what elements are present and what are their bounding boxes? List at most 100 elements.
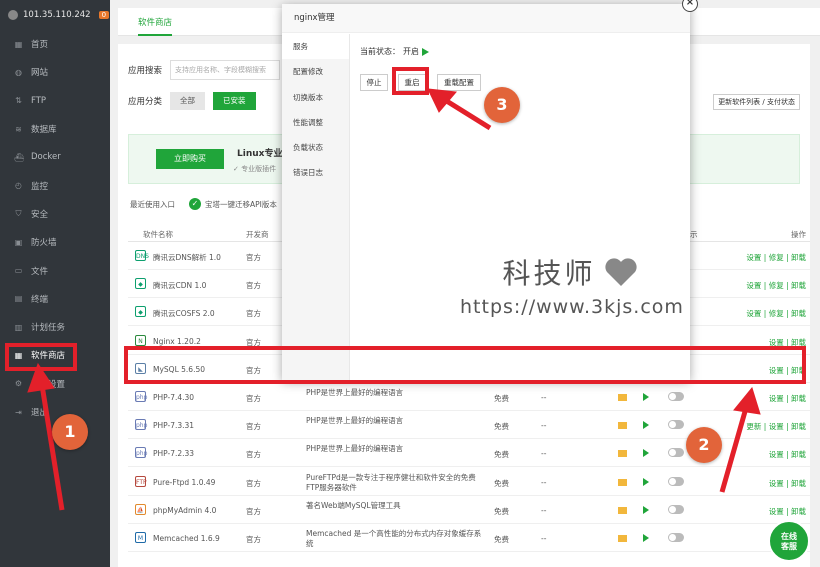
dialog-menu-item[interactable]: 服务 — [282, 34, 349, 60]
homepage-toggle[interactable] — [668, 392, 684, 401]
category-all-button[interactable]: 全部 — [170, 92, 206, 110]
sidebar-item-label: 退出 — [31, 408, 49, 418]
plugin-name: PHP-7.3.31 — [153, 421, 195, 431]
promo-title: Linux专业 — [237, 149, 283, 159]
sidebar-item-3[interactable]: ≋ 数据库 — [0, 115, 110, 143]
dialog-menu-item[interactable]: 配置修改 — [282, 59, 349, 84]
step-1-marker: 1 — [52, 414, 88, 450]
plugin-expire: -- — [541, 421, 547, 431]
sidebar-item-10[interactable]: ▥ 计划任务 — [0, 313, 110, 341]
update-list-button[interactable]: 更新软件列表 / 支付状态 — [713, 94, 800, 110]
category-installed-button[interactable]: 已安装 — [213, 92, 256, 110]
home-icon: ▦ — [14, 39, 23, 49]
homepage-toggle[interactable] — [668, 420, 684, 430]
sidebar: 101.35.110.242 0 ▦ 首页 ◍ 网站 ⇅ FTP ≋ 数据库 ⛴ Docker ◴ 监… — [0, 0, 110, 567]
sidebar-item-0[interactable]: ▦ 首页 — [0, 30, 110, 58]
terminal-icon: ▤ — [14, 294, 23, 304]
sidebar-item-label: 安全 — [31, 209, 49, 220]
online-service-button[interactable]: 在线 客服 — [768, 520, 810, 562]
sidebar-item-4[interactable]: ⛴ Docker — [0, 143, 110, 171]
dialog-menu-item[interactable]: 性能调整 — [282, 110, 349, 135]
sidebar-item-1[interactable]: ◍ 网站 — [0, 58, 110, 86]
online-line2: 客服 — [781, 542, 797, 551]
sidebar-item-label: 数据库 — [31, 125, 57, 136]
recent-entries: 最近使用入口 ✓ 宝塔一键迁移API版本 — [130, 198, 277, 210]
homepage-toggle[interactable] — [668, 533, 684, 542]
folder-icon[interactable] — [618, 394, 627, 401]
reload-config-button[interactable]: 重载配置 — [437, 74, 481, 91]
step-2-marker: 2 — [686, 427, 722, 463]
status-value: 开启 — [403, 47, 419, 56]
sidebar-item-label: 面板设置 — [31, 379, 66, 390]
plugin-expire: -- — [541, 393, 547, 402]
plugin-ops-links[interactable]: 更新 | 设置 | 卸载 — [746, 421, 806, 432]
folder-icon[interactable] — [618, 506, 627, 514]
stop-button[interactable]: 停止 — [360, 74, 388, 91]
plugin-ops-links[interactable]: 设置 | 修复 | 卸载 — [746, 308, 806, 319]
plugin-logo-icon: ◆ — [135, 278, 146, 290]
folder-icon[interactable] — [618, 478, 627, 486]
promo-subtitle: ✓ 专业版插件 — [233, 165, 277, 173]
plugin-developer: 官方 — [246, 309, 261, 319]
sidebar-item-9[interactable]: ▤ 终端 — [0, 285, 110, 313]
sidebar-item-6[interactable]: ⛉ 安全 — [0, 200, 110, 228]
search-input[interactable]: 支持应用名称、字段模糊搜索 — [170, 60, 281, 80]
plugin-expire: -- — [541, 449, 547, 459]
category-label: 应用分类 — [128, 97, 163, 107]
plugin-description: Memcached 是一个高性能的分布式内存对象缓存系统 — [306, 529, 482, 548]
homepage-toggle[interactable] — [668, 448, 684, 458]
online-line1: 在线 — [781, 532, 797, 541]
plugin-developer: 官方 — [246, 450, 261, 460]
calendar-icon: ▥ — [14, 322, 23, 332]
play-icon[interactable] — [643, 421, 649, 430]
recent-item[interactable]: ✓ 宝塔一键迁移API版本 — [189, 198, 277, 210]
play-icon[interactable] — [643, 449, 649, 458]
plugin-logo-icon: M — [135, 532, 146, 543]
sidebar-item-12[interactable]: ⚙ 面板设置 — [0, 370, 110, 398]
dialog-menu-item[interactable]: 切换版本 — [282, 85, 349, 110]
sidebar-item-8[interactable]: ▭ 文件 — [0, 256, 110, 284]
folder-icon: ▭ — [14, 266, 23, 276]
plugin-description: 著名Web端MySQL管理工具 — [306, 500, 401, 510]
annotation-box-restart — [392, 67, 429, 95]
tab-software-store[interactable]: 软件商店 — [138, 16, 173, 36]
plugin-ops-links[interactable]: 设置 | 修复 | 卸载 — [746, 280, 806, 291]
play-icon[interactable] — [643, 477, 649, 486]
folder-icon[interactable] — [618, 422, 627, 430]
plugin-logo-icon: php — [135, 419, 147, 431]
plugin-developer: 官方 — [246, 535, 261, 544]
settings-icon: ⚙ — [14, 379, 23, 389]
sidebar-item-5[interactable]: ◴ 监控 — [0, 171, 110, 199]
service-status: 当前状态： 开启 — [360, 46, 429, 57]
homepage-toggle[interactable] — [668, 476, 684, 486]
dialog-menu: 服务 配置修改 切换版本 性能调整 负载状态 错误日志 — [282, 34, 350, 380]
plugin-ops-links[interactable]: 设置 | 修复 | 卸载 — [746, 252, 806, 263]
plugin-name: PHP-7.4.30 — [153, 393, 195, 402]
plugin-logo-icon: php — [135, 447, 147, 459]
plugin-price: 免费 — [494, 478, 509, 488]
plugin-ops-links[interactable]: 设置 | 卸载 — [769, 393, 806, 404]
sidebar-item-7[interactable]: ▣ 防火墙 — [0, 228, 110, 256]
play-icon[interactable] — [643, 393, 649, 401]
dialog-menu-item[interactable]: 负载状态 — [282, 135, 349, 160]
play-icon[interactable] — [643, 534, 649, 542]
plugin-logo-icon: ◆ — [135, 306, 146, 318]
dialog-menu-item[interactable]: 错误日志 — [282, 160, 349, 185]
shield-icon: ⛉ — [15, 209, 22, 219]
message-badge[interactable]: 0 — [98, 11, 110, 19]
logout-icon: ⇥ — [15, 407, 22, 417]
col-ops: 操作 — [791, 230, 806, 239]
folder-icon[interactable] — [618, 450, 627, 458]
ftp-icon: ⇅ — [15, 96, 22, 106]
plugin-ops-links[interactable]: 设置 | 卸载 — [769, 478, 806, 489]
homepage-toggle[interactable] — [668, 504, 684, 514]
play-icon[interactable] — [643, 505, 649, 514]
plugin-price: 免费 — [494, 394, 509, 403]
buy-now-button[interactable]: 立即购买 — [156, 149, 224, 169]
folder-icon[interactable] — [618, 535, 627, 542]
plugin-expire: -- — [541, 534, 547, 543]
plugin-ops-links[interactable]: 设置 | 卸载 — [769, 449, 806, 460]
plugin-ops-links[interactable]: 设置 | 卸载 — [769, 506, 806, 517]
plugin-price: 免费 — [494, 535, 509, 544]
sidebar-item-2[interactable]: ⇅ FTP — [0, 87, 110, 115]
